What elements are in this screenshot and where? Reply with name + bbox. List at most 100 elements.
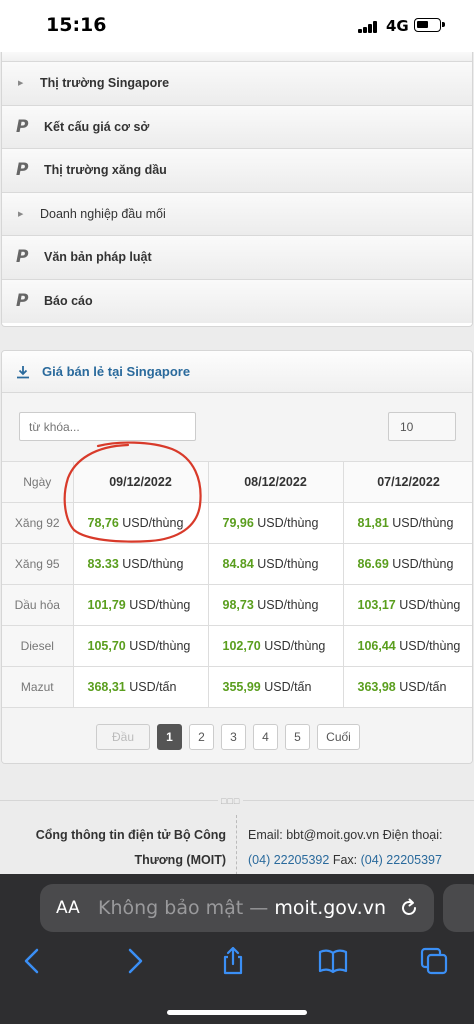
price-unit: USD/thùng bbox=[399, 598, 461, 612]
menu-top-edge bbox=[2, 52, 472, 62]
price-unit: USD/thùng bbox=[257, 516, 319, 530]
price-value: 368,31 bbox=[87, 680, 126, 694]
price-value: 105,70 bbox=[87, 639, 126, 653]
price-unit: USD/thùng bbox=[257, 598, 319, 612]
price-value: 355,99 bbox=[222, 680, 261, 694]
price-unit: USD/thùng bbox=[264, 639, 326, 653]
reload-icon[interactable] bbox=[397, 896, 421, 920]
tabs-icon[interactable] bbox=[419, 946, 449, 976]
fuel-type-label: Xăng 92 bbox=[2, 502, 74, 544]
last-page-button[interactable]: Cuối bbox=[317, 724, 360, 750]
price-unit: USD/tấn bbox=[264, 680, 312, 694]
footer-phone-link[interactable]: (04) 22205392 bbox=[248, 853, 329, 867]
table-row: Mazut 368,31 USD/tấn 355,99 USD/tấn 363,98 … bbox=[2, 666, 472, 708]
menu-item-label: Văn bản pháp luật bbox=[44, 250, 152, 265]
address-bar[interactable]: AA Không bảo mật — moit.gov.vn bbox=[40, 884, 434, 932]
page-button[interactable]: 5 bbox=[285, 724, 310, 750]
share-icon[interactable] bbox=[218, 946, 248, 976]
page-button[interactable]: 3 bbox=[221, 724, 246, 750]
first-page-button[interactable]: Đầu bbox=[96, 724, 150, 750]
date-header-label: Ngày bbox=[2, 461, 74, 503]
price-unit: USD/thùng bbox=[129, 639, 191, 653]
price-value: 98,73 bbox=[222, 598, 254, 612]
back-icon[interactable] bbox=[17, 946, 47, 976]
p-icon: P bbox=[16, 116, 29, 137]
forward-icon[interactable] bbox=[120, 946, 150, 976]
page-button[interactable]: 4 bbox=[253, 724, 278, 750]
price-cell: 79,96 USD/thùng bbox=[208, 502, 344, 544]
download-icon[interactable] bbox=[16, 365, 30, 379]
footer-fax-label: Fax: bbox=[332, 853, 358, 867]
price-value: 79,96 bbox=[222, 516, 254, 530]
page-button[interactable]: 2 bbox=[189, 724, 214, 750]
price-cell: 78,76 USD/thùng bbox=[73, 502, 209, 544]
p-icon: P bbox=[16, 247, 29, 268]
footer-email[interactable]: Email: bbt@moit.gov.vn Điện thoại: bbox=[248, 823, 474, 848]
menu-item[interactable]: P Kết cấu giá cơ sở bbox=[2, 105, 472, 149]
menu-item-label: Báo cáo bbox=[44, 294, 93, 309]
price-cell: 86.69 USD/thùng bbox=[343, 543, 472, 585]
bookmarks-icon[interactable] bbox=[318, 946, 348, 976]
browser-toolbar: AA Không bảo mật — moit.gov.vn bbox=[0, 874, 474, 1024]
price-value: 84.84 bbox=[222, 557, 254, 571]
panel-title[interactable]: Giá bán lẻ tại Singapore bbox=[42, 364, 190, 379]
menu-item[interactable]: P Báo cáo bbox=[2, 279, 472, 323]
page-button[interactable]: 1 bbox=[157, 724, 182, 750]
price-value: 363,98 bbox=[357, 680, 396, 694]
caret-right-icon: ▶ bbox=[18, 80, 24, 88]
price-value: 103,17 bbox=[357, 598, 396, 612]
price-unit: USD/thùng bbox=[122, 516, 184, 530]
menu-item-label: Kết cấu giá cơ sở bbox=[44, 119, 150, 134]
price-unit: USD/thùng bbox=[392, 557, 454, 571]
pagination: Đầu 1 2 3 4 5 Cuối bbox=[2, 708, 472, 763]
price-cell: 84.84 USD/thùng bbox=[208, 543, 344, 585]
footer-org-line1: Cổng thông tin điện tử Bộ Công bbox=[35, 828, 226, 842]
status-time: 15:16 bbox=[46, 14, 107, 36]
text-size-label: AA bbox=[56, 898, 80, 918]
footer-contact: Email: bbt@moit.gov.vn Điện thoại: (04) … bbox=[248, 823, 474, 873]
price-cell: 98,73 USD/thùng bbox=[208, 584, 344, 626]
menu-item[interactable]: ▶ Thị trường Singapore bbox=[2, 62, 472, 106]
price-cell: 81,81 USD/thùng bbox=[343, 502, 472, 544]
price-cell: 355,99 USD/tấn bbox=[208, 666, 344, 708]
price-cell: 83.33 USD/thùng bbox=[73, 543, 209, 585]
date-column-header[interactable]: 07/12/2022 bbox=[342, 461, 472, 503]
table-controls: 10 bbox=[2, 393, 472, 461]
signal-icon bbox=[358, 20, 378, 33]
date-column-header[interactable]: 08/12/2022 bbox=[207, 461, 344, 503]
menu-item-label: Thị trường xăng dầu bbox=[44, 163, 167, 178]
price-unit: USD/tấn bbox=[399, 680, 447, 694]
menu-item[interactable]: P Thị trường xăng dầu bbox=[2, 149, 472, 193]
price-table: Ngày 09/12/2022 08/12/2022 07/12/2022 Xăng… bbox=[2, 461, 472, 708]
text-size-button[interactable]: AA bbox=[56, 898, 80, 918]
singapore-retail-price-panel: Giá bán lẻ tại Singapore 10 Ngày 09/12/2… bbox=[1, 350, 473, 764]
price-unit: USD/thùng bbox=[399, 639, 461, 653]
table-row: Xăng 95 83.33 USD/thùng 84.84 USD/thùng 86.… bbox=[2, 543, 472, 585]
table-row: Xăng 92 78,76 USD/thùng 79,96 USD/thùng 81,… bbox=[2, 502, 472, 544]
panel-header: Giá bán lẻ tại Singapore bbox=[2, 351, 472, 393]
price-cell: 105,70 USD/thùng bbox=[73, 625, 209, 667]
p-icon: P bbox=[16, 160, 29, 181]
footer-fax-link[interactable]: (04) 22205397 bbox=[361, 853, 442, 867]
footer-divider-dots: □□□ bbox=[218, 796, 244, 806]
insecure-label: Không bảo mật — bbox=[98, 897, 269, 919]
url-text[interactable]: Không bảo mật — moit.gov.vn bbox=[98, 897, 394, 919]
price-cell: 101,79 USD/thùng bbox=[73, 584, 209, 626]
keyword-search-input[interactable] bbox=[19, 412, 196, 441]
price-value: 101,79 bbox=[87, 598, 126, 612]
date-column-header[interactable]: 09/12/2022 bbox=[72, 461, 209, 503]
menu-item[interactable]: P Văn bản pháp luật bbox=[2, 236, 472, 280]
p-icon: P bbox=[16, 291, 29, 312]
price-unit: USD/thùng bbox=[257, 557, 319, 571]
table-row: Dầu hỏa 101,79 USD/thùng 98,73 USD/thùng 10… bbox=[2, 584, 472, 626]
footer-org: Cổng thông tin điện tử Bộ Công Thương (M… bbox=[0, 823, 226, 873]
price-unit: USD/tấn bbox=[129, 680, 177, 694]
price-value: 81,81 bbox=[357, 516, 389, 530]
next-tab-peek[interactable] bbox=[443, 884, 474, 932]
menu-item[interactable]: ▶ Doanh nghiệp đầu mối bbox=[2, 192, 472, 236]
footer-org-line2: Thương (MOIT) bbox=[134, 853, 226, 867]
fuel-type-label: Mazut bbox=[2, 666, 74, 708]
site-footer: □□□ Cổng thông tin điện tử Bộ Công Thươn… bbox=[0, 796, 474, 885]
price-cell: 103,17 USD/thùng bbox=[343, 584, 472, 626]
page-size-select[interactable]: 10 bbox=[388, 412, 456, 441]
